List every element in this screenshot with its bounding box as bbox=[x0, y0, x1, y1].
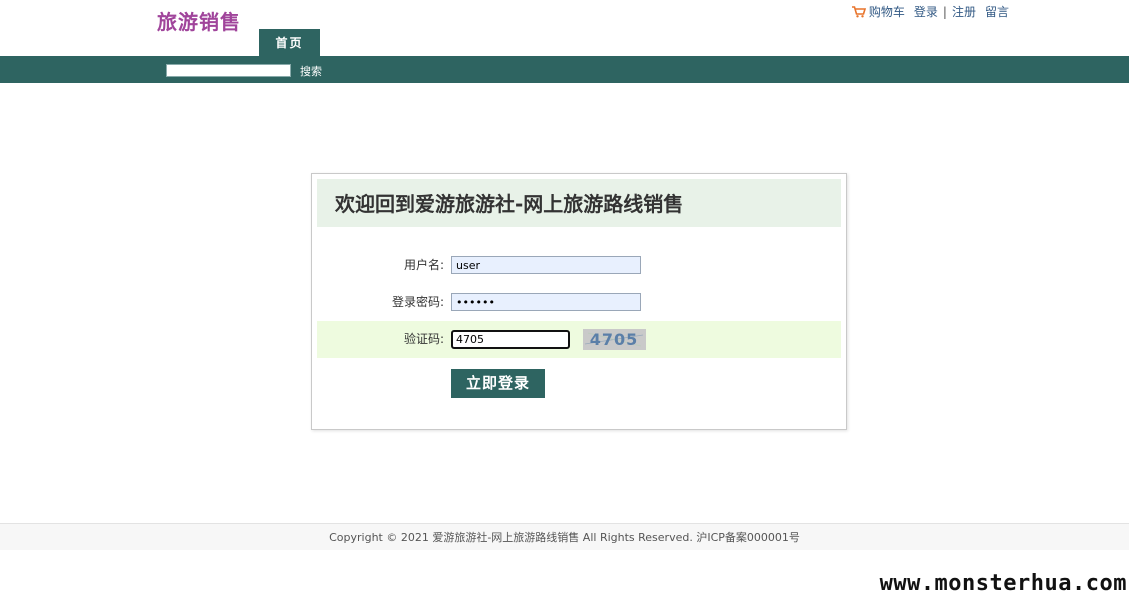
captcha-label: 验证码: bbox=[403, 332, 444, 346]
tab-home[interactable]: 首页 bbox=[259, 29, 320, 56]
search-button[interactable]: 搜索 bbox=[300, 64, 322, 80]
register-link[interactable]: 注册 bbox=[952, 5, 976, 19]
guestbook-link[interactable]: 留言 bbox=[985, 5, 1009, 19]
login-panel: 欢迎回到爱游旅游社-网上旅游路线销售 用户名: 登录密码: 验证码: 4705 … bbox=[311, 173, 847, 430]
captcha-image[interactable]: 4705 bbox=[583, 329, 646, 350]
link-separator: | bbox=[942, 5, 947, 19]
username-input[interactable] bbox=[451, 256, 641, 274]
login-header: 欢迎回到爱游旅游社-网上旅游路线销售 bbox=[317, 179, 841, 227]
shopping-cart-icon[interactable] bbox=[851, 6, 866, 18]
login-heading: 欢迎回到爱游旅游社-网上旅游路线销售 bbox=[335, 192, 684, 216]
top-links: 购物车 登录 | 注册 留言 bbox=[851, 5, 1009, 19]
footer-copyright: Copyright © 2021 爱游旅游社-网上旅游路线销售 All Righ… bbox=[0, 523, 1129, 550]
password-input[interactable] bbox=[451, 293, 641, 311]
cart-link[interactable]: 购物车 bbox=[869, 5, 905, 19]
login-link[interactable]: 登录 bbox=[914, 5, 938, 19]
login-submit-button[interactable]: 立即登录 bbox=[451, 369, 545, 398]
username-label: 用户名: bbox=[403, 258, 444, 272]
captcha-row: 验证码: 4705 bbox=[317, 321, 841, 358]
password-label: 登录密码: bbox=[391, 295, 444, 309]
captcha-image-text: 4705 bbox=[590, 330, 639, 349]
captcha-input[interactable] bbox=[451, 330, 570, 349]
watermark-text: www.monsterhua.com bbox=[879, 571, 1127, 596]
site-title[interactable]: 旅游销售 bbox=[157, 8, 241, 36]
search-input[interactable] bbox=[166, 64, 291, 77]
